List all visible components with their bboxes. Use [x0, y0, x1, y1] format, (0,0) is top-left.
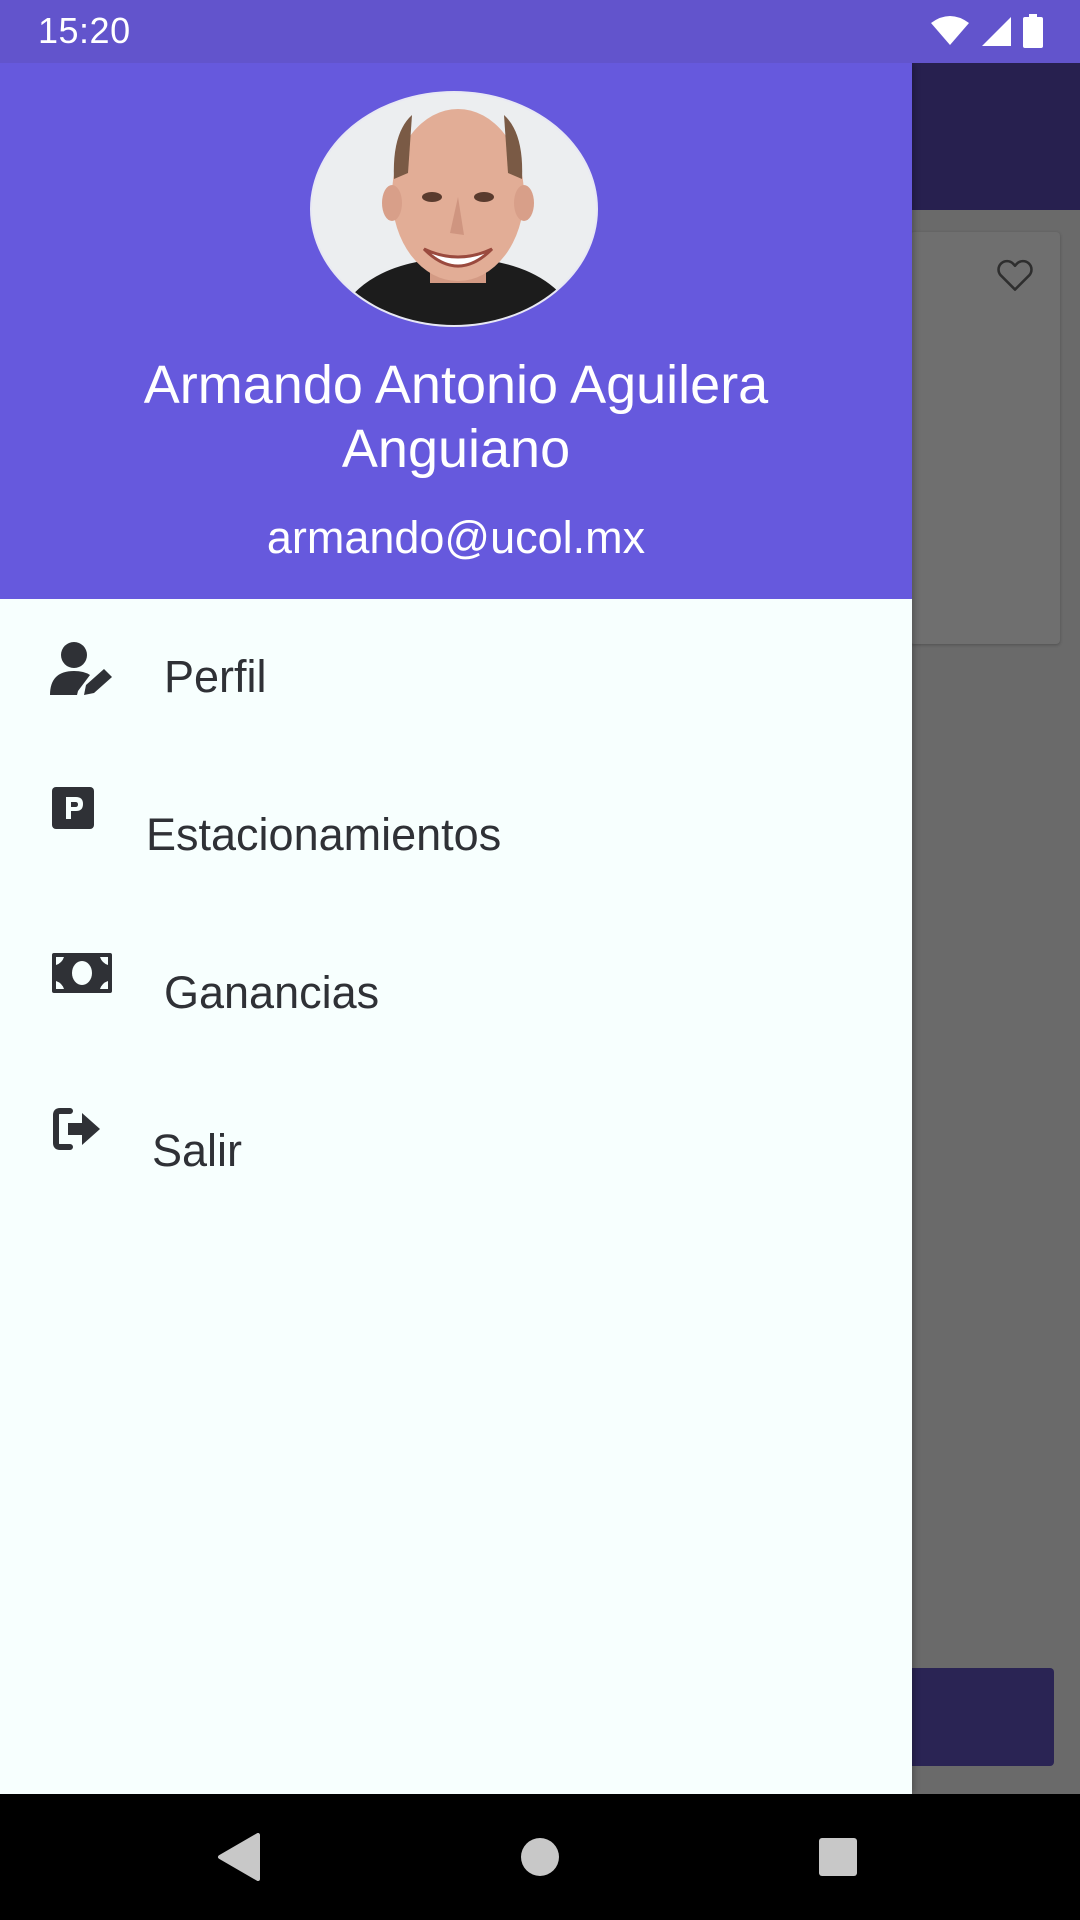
- parking-icon: [52, 787, 94, 829]
- background-button[interactable]: [900, 1668, 1054, 1766]
- home-icon: [521, 1838, 559, 1876]
- user-email: armando@ucol.mx: [266, 512, 646, 563]
- status-time: 15:20: [38, 10, 131, 51]
- menu-label-estacionamientos: Estacionamientos: [146, 809, 502, 860]
- nav-home-button[interactable]: [502, 1819, 578, 1895]
- heart-outline-icon[interactable]: [993, 252, 1037, 296]
- menu-item-perfil[interactable]: Perfil: [0, 599, 912, 757]
- drawer-header: Armando Antonio Aguilera Anguiano armand…: [0, 63, 912, 599]
- menu-label-perfil: Perfil: [164, 651, 267, 702]
- menu-label-salir: Salir: [152, 1125, 243, 1176]
- back-icon: [218, 1833, 260, 1881]
- wifi-icon: [931, 16, 969, 45]
- sign-out-icon: [53, 1108, 100, 1150]
- menu-item-ganancias[interactable]: Ganancias: [0, 915, 912, 1073]
- user-name-line2: Anguiano: [341, 419, 571, 479]
- cellular-signal-icon: [982, 17, 1011, 46]
- menu-item-estacionamientos[interactable]: Estacionamientos: [0, 757, 912, 915]
- status-bar: 15:20: [0, 0, 1080, 63]
- recents-icon: [819, 1838, 857, 1876]
- user-edit-icon: [50, 642, 112, 695]
- background-card[interactable]: [910, 232, 1060, 644]
- app-screen: 15:20 Armando Antonio Aguilera Anguiano …: [0, 0, 1080, 1920]
- nav-recents-button[interactable]: [800, 1819, 876, 1895]
- menu-item-salir[interactable]: Salir: [0, 1073, 912, 1231]
- user-name-line1: Armando Antonio Aguilera: [143, 355, 769, 415]
- money-bill-icon: [52, 953, 112, 993]
- navigation-drawer: Armando Antonio Aguilera Anguiano armand…: [0, 63, 912, 1794]
- avatar-photo: [312, 93, 596, 325]
- menu-label-ganancias: Ganancias: [164, 967, 380, 1018]
- nav-back-button[interactable]: [200, 1819, 276, 1895]
- avatar[interactable]: [310, 91, 598, 327]
- status-icons: [930, 14, 1044, 48]
- user-name: Armando Antonio Aguilera Anguiano: [40, 353, 872, 481]
- battery-icon: [1023, 14, 1043, 48]
- system-nav-bar: [0, 1794, 1080, 1920]
